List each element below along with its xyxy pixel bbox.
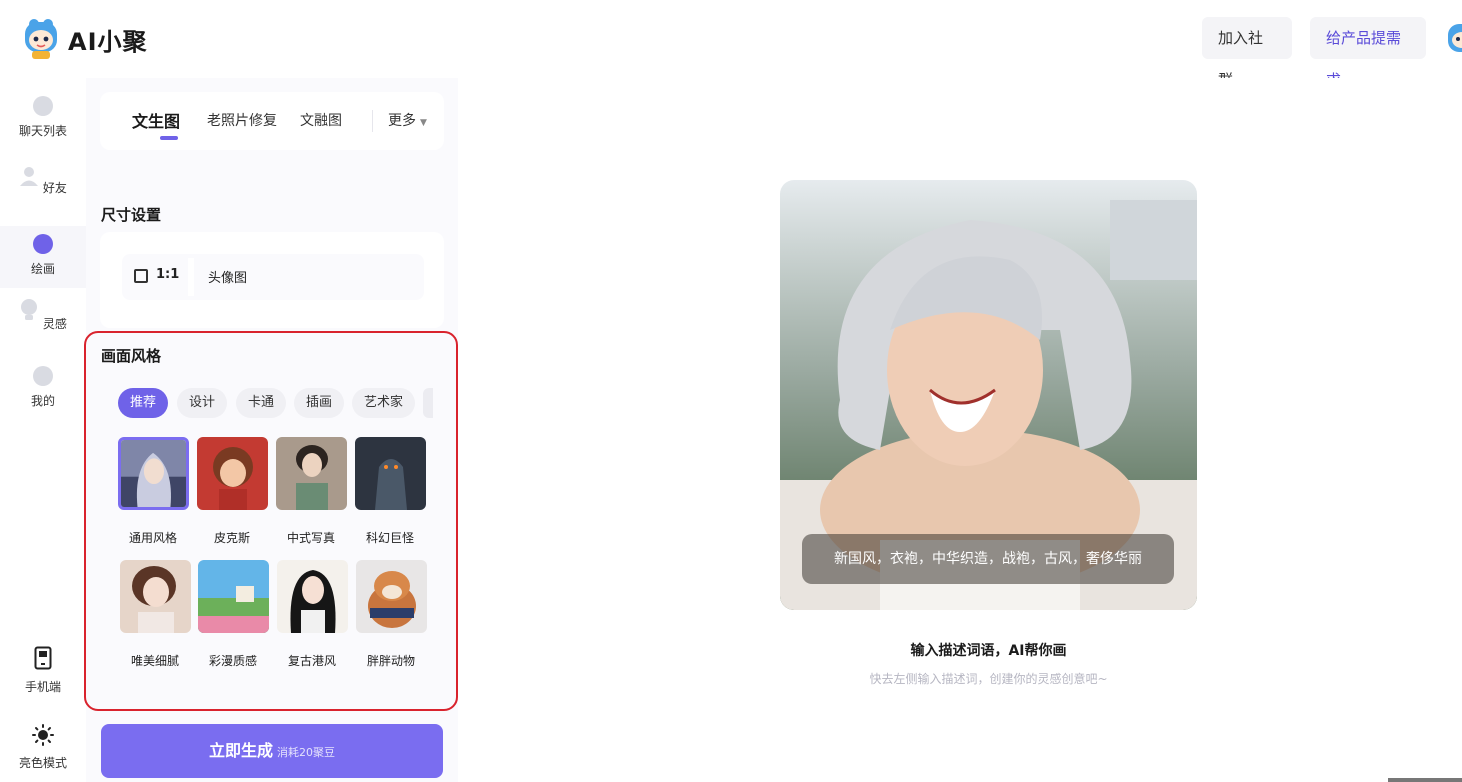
style-chip-cartoon[interactable]: 卡通 bbox=[236, 388, 287, 418]
style-card-scifi-monster[interactable]: 科幻巨怪 bbox=[354, 437, 426, 546]
nav-item-label: 亮色模式 bbox=[18, 756, 67, 770]
style-card-label: 通用风格 bbox=[128, 531, 177, 545]
retro-hk-thumbnail bbox=[276, 560, 348, 633]
app-logo[interactable]: AI小聚 bbox=[22, 18, 148, 60]
pixar-style-thumbnail bbox=[196, 437, 268, 510]
style-card-label: 唯美细腻 bbox=[130, 654, 179, 668]
mode-tabs: 文生图 老照片修复 文融图 更多 ▼ bbox=[100, 92, 444, 150]
style-card-label: 彩漫质感 bbox=[208, 654, 257, 668]
style-chip-design[interactable]: 设计 bbox=[177, 388, 228, 418]
style-card-general[interactable]: 通用风格 bbox=[117, 437, 189, 546]
profile-icon bbox=[33, 366, 53, 386]
style-card-label: 中式写真 bbox=[286, 531, 335, 545]
generate-label: 立即生成 bbox=[208, 741, 273, 760]
style-card-color-comic[interactable]: 彩漫质感 bbox=[197, 560, 269, 669]
style-card-label: 胖胖动物 bbox=[366, 654, 415, 668]
product-request-button[interactable]: 给产品提需求 bbox=[1310, 17, 1426, 89]
style-chip-artist[interactable]: 艺术家 bbox=[352, 388, 416, 418]
style-card-label: 皮克斯 bbox=[213, 531, 250, 545]
preview-hint-title: 输入描述词语，AI帮你画 bbox=[910, 643, 1067, 659]
generate-cost: 消耗20聚豆 bbox=[277, 746, 335, 759]
left-nav: 聊天列表 好友 绘画 灵感 我的 手机端 亮色模式 bbox=[0, 78, 86, 782]
join-community-button[interactable]: 加入社群 bbox=[1202, 17, 1292, 89]
size-settings-title: 尺寸设置 bbox=[101, 206, 162, 224]
nav-item-label: 绘画 bbox=[30, 262, 55, 276]
top-header: AI小聚 加入社群 给产品提需求 bbox=[0, 0, 1462, 89]
tab-old-photo-restore[interactable]: 老照片修复 bbox=[207, 110, 277, 130]
size-name: 头像图 bbox=[208, 271, 248, 286]
chubby-animal-thumbnail bbox=[355, 560, 427, 633]
nav-item-mobile[interactable]: 手机端 bbox=[0, 646, 86, 695]
style-card-label: 科幻巨怪 bbox=[365, 531, 414, 545]
ratio-divider bbox=[188, 258, 194, 296]
size-ratio: 1:1 bbox=[156, 267, 180, 282]
nav-item-light-mode[interactable]: 亮色模式 bbox=[0, 724, 86, 771]
preview-caption: 新国风，衣袍，中华织造，战袍，古风，奢侈华丽 bbox=[802, 534, 1174, 584]
color-comic-thumbnail bbox=[197, 560, 269, 633]
nav-item-drawing[interactable]: 绘画 bbox=[0, 226, 86, 288]
user-avatar[interactable] bbox=[1446, 20, 1462, 58]
style-card-retro-hk[interactable]: 复古港风 bbox=[276, 560, 348, 669]
style-card-chinese-portrait[interactable]: 中式写真 bbox=[275, 437, 347, 546]
style-card-chubby-animal[interactable]: 胖胖动物 bbox=[355, 560, 427, 669]
style-card-pixar[interactable]: 皮克斯 bbox=[196, 437, 268, 546]
nav-item-label: 灵感 bbox=[42, 317, 67, 331]
tab-more[interactable]: 更多 ▼ bbox=[388, 110, 427, 130]
sun-icon bbox=[32, 724, 54, 746]
nav-item-label: 好友 bbox=[42, 181, 67, 195]
mascot-logo-icon bbox=[25, 19, 57, 59]
active-tab-indicator bbox=[160, 136, 178, 140]
tab-text-to-image[interactable]: 文生图 bbox=[132, 108, 180, 132]
size-option-1x1[interactable]: 1:1 头像图 bbox=[122, 254, 424, 300]
chat-icon bbox=[33, 96, 53, 116]
style-chip-overflow[interactable] bbox=[423, 388, 433, 418]
style-card-delicate[interactable]: 唯美细腻 bbox=[119, 560, 191, 669]
tab-divider bbox=[372, 110, 373, 132]
style-card-label: 复古港风 bbox=[287, 654, 336, 668]
nav-item-mine[interactable]: 我的 bbox=[0, 366, 86, 409]
app-name: AI小聚 bbox=[68, 27, 148, 56]
nav-item-friends[interactable]: 好友 bbox=[0, 166, 86, 196]
tab-more-label: 更多 bbox=[388, 113, 416, 129]
bottom-scroll-indicator bbox=[1388, 778, 1462, 782]
scifi-monster-thumbnail bbox=[354, 437, 426, 510]
style-chip-illustration[interactable]: 插画 bbox=[294, 388, 345, 418]
palette-icon bbox=[33, 234, 53, 254]
general-style-thumbnail bbox=[117, 437, 189, 510]
square-ratio-icon bbox=[134, 269, 148, 283]
preview-hint-subtitle: 快去左侧输入描述词，创建你的灵感创意吧~ bbox=[869, 672, 1108, 686]
mobile-phone-icon bbox=[34, 646, 52, 670]
generate-button[interactable]: 立即生成 消耗20聚豆 bbox=[101, 724, 443, 778]
chinese-portrait-thumbnail bbox=[275, 437, 347, 510]
nav-item-label: 手机端 bbox=[24, 680, 61, 694]
style-section-title: 画面风格 bbox=[101, 347, 162, 365]
nav-item-label: 我的 bbox=[30, 394, 55, 408]
nav-item-chat-list[interactable]: 聊天列表 bbox=[0, 96, 86, 139]
tab-text-fusion[interactable]: 文融图 bbox=[300, 110, 342, 130]
delicate-style-thumbnail bbox=[119, 560, 191, 633]
style-chip-recommend[interactable]: 推荐 bbox=[118, 388, 169, 418]
user-icon bbox=[20, 167, 39, 186]
size-settings-box: 1:1 头像图 bbox=[100, 232, 444, 328]
chevron-down-icon: ▼ bbox=[420, 118, 427, 128]
nav-item-inspiration[interactable]: 灵感 bbox=[0, 298, 86, 332]
nav-item-label: 聊天列表 bbox=[18, 124, 67, 138]
bulb-icon bbox=[21, 299, 38, 320]
